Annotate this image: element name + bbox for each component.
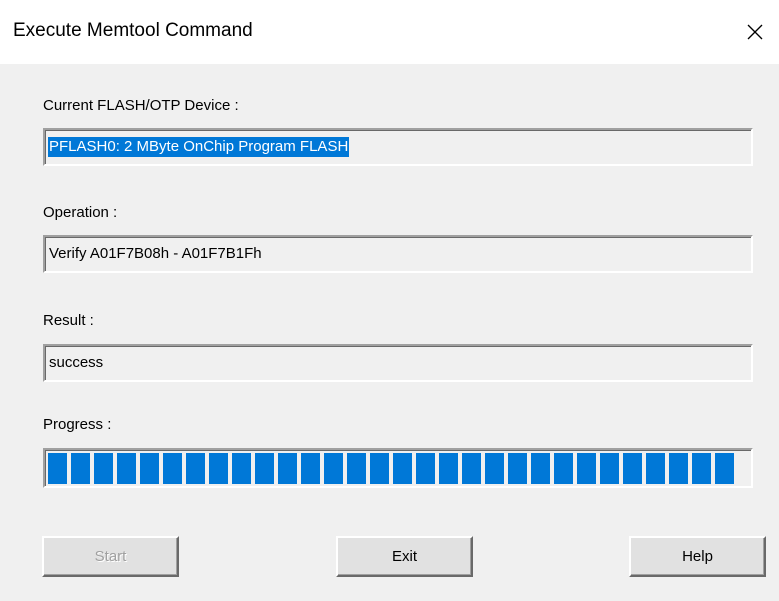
device-value: PFLASH0: 2 MByte OnChip Program FLASH — [48, 137, 350, 157]
progress-segment — [462, 453, 481, 484]
progress-segment — [669, 453, 688, 484]
start-button[interactable]: Start — [42, 536, 179, 577]
progress-segment — [416, 453, 435, 484]
memtool-dialog: Execute Memtool Command Current FLASH/OT… — [0, 0, 779, 601]
result-field[interactable]: success — [43, 344, 753, 382]
result-value: success — [49, 354, 104, 371]
progress-segment — [485, 453, 504, 484]
progress-segment — [623, 453, 642, 484]
progress-segment — [94, 453, 113, 484]
operation-label: Operation : — [43, 204, 118, 221]
progress-segment — [393, 453, 412, 484]
progress-segment — [255, 453, 274, 484]
device-field[interactable]: PFLASH0: 2 MByte OnChip Program FLASH — [43, 128, 753, 166]
progress-fill — [48, 453, 749, 484]
window-title: Execute Memtool Command — [13, 20, 253, 41]
device-label: Current FLASH/OTP Device : — [43, 97, 239, 114]
progress-segment — [48, 453, 67, 484]
progress-segment — [324, 453, 343, 484]
progress-segment — [117, 453, 136, 484]
progress-segment — [278, 453, 297, 484]
title-bar: Execute Memtool Command — [0, 0, 779, 64]
progress-segment — [439, 453, 458, 484]
progress-segment — [692, 453, 711, 484]
progress-segment — [554, 453, 573, 484]
progress-segment — [140, 453, 159, 484]
progress-segment — [531, 453, 550, 484]
result-label: Result : — [43, 312, 94, 329]
progress-segment — [577, 453, 596, 484]
progress-segment — [71, 453, 90, 484]
progress-bar — [43, 448, 753, 488]
progress-label: Progress : — [43, 416, 112, 433]
progress-segment — [347, 453, 366, 484]
progress-segment — [646, 453, 665, 484]
operation-value: Verify A01F7B08h - A01F7B1Fh — [49, 245, 262, 262]
progress-segment — [301, 453, 320, 484]
operation-field[interactable]: Verify A01F7B08h - A01F7B1Fh — [43, 235, 753, 273]
help-button[interactable]: Help — [629, 536, 766, 577]
progress-segment — [163, 453, 182, 484]
close-icon — [747, 24, 763, 40]
progress-segment — [209, 453, 228, 484]
progress-segment — [370, 453, 389, 484]
exit-button[interactable]: Exit — [336, 536, 473, 577]
progress-segment — [600, 453, 619, 484]
progress-segment — [186, 453, 205, 484]
close-button[interactable] — [731, 0, 779, 64]
progress-segment — [715, 453, 734, 484]
progress-segment — [232, 453, 251, 484]
progress-segment — [508, 453, 527, 484]
